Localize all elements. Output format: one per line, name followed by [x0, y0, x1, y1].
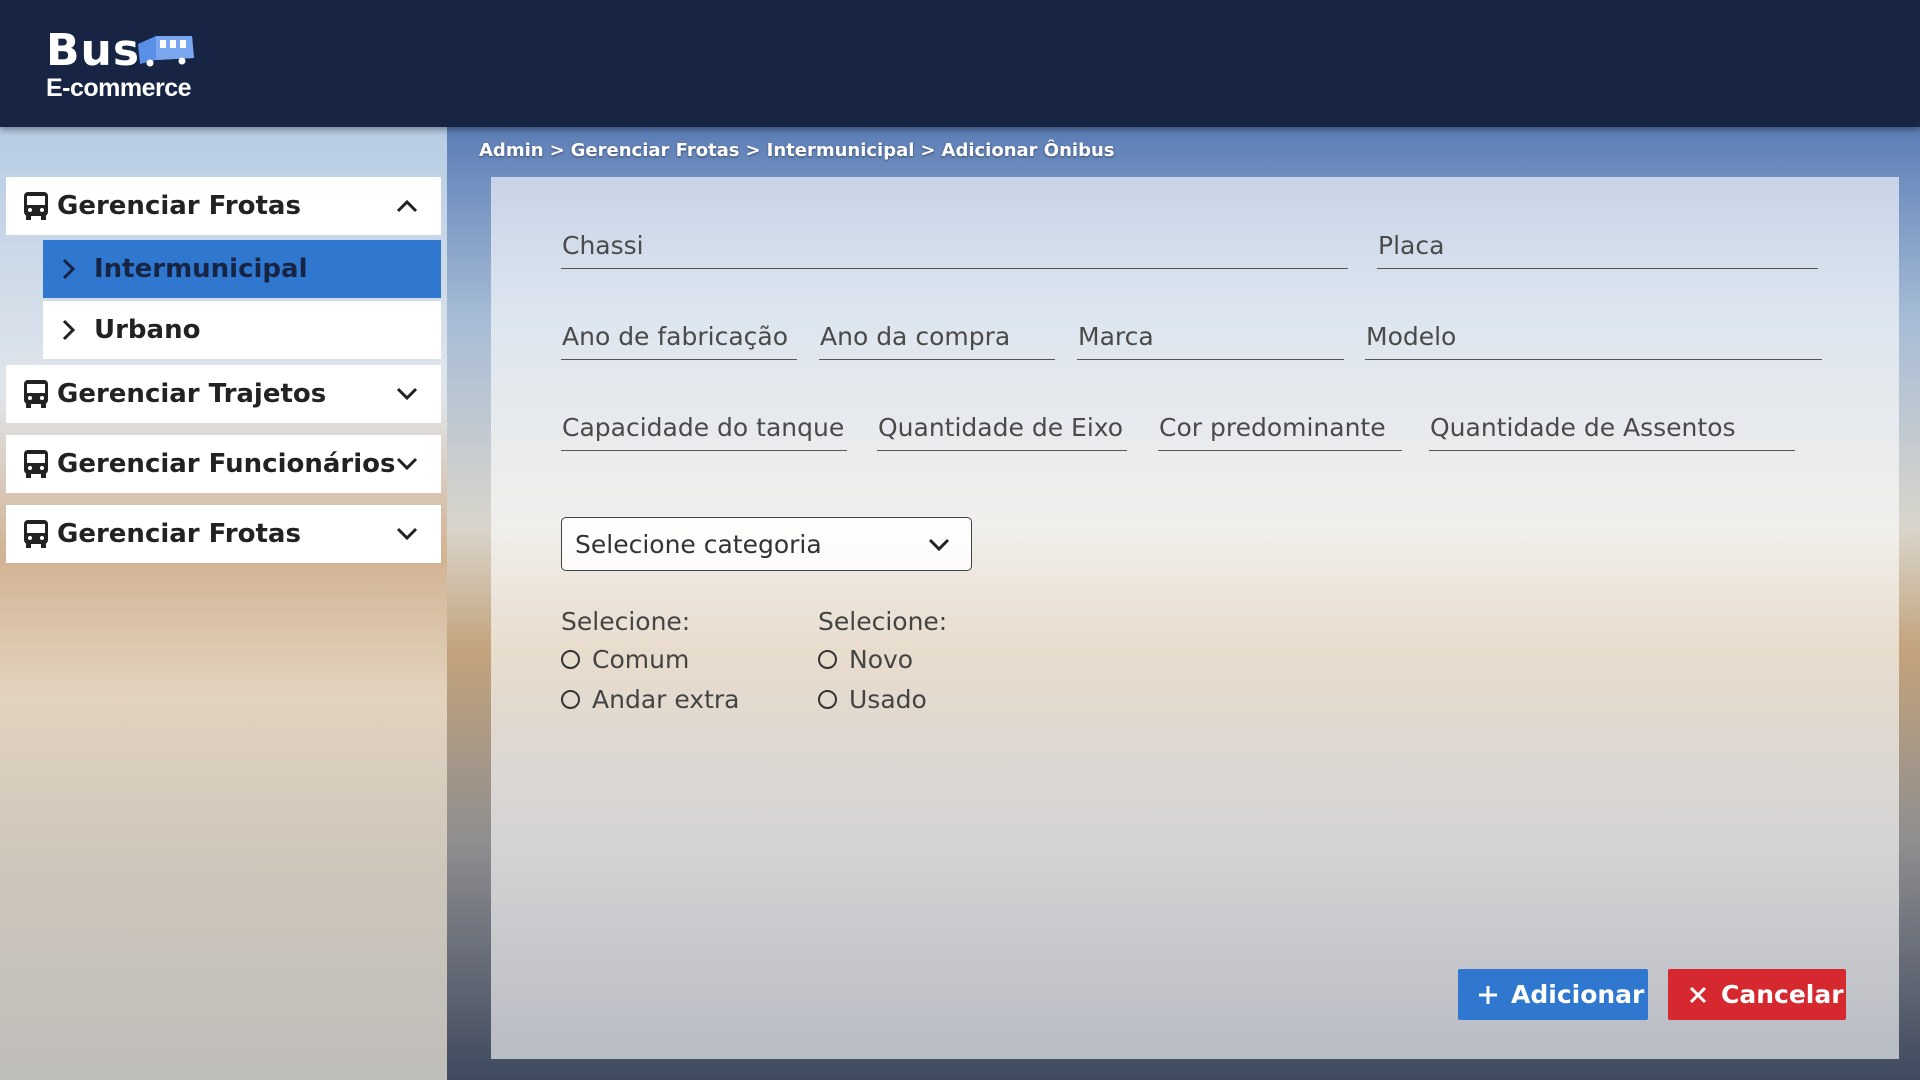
breadcrumb-item-gerenciar-frotas[interactable]: Gerenciar Frotas	[571, 140, 740, 161]
sidebar-section-gerenciar-frotas[interactable]: Gerenciar Frotas	[6, 177, 441, 235]
capacidade-tanque-field[interactable]	[561, 405, 847, 451]
radio-label: Andar extra	[592, 684, 740, 714]
modelo-field[interactable]	[1365, 314, 1822, 360]
adicionar-button-label: Adicionar	[1511, 980, 1645, 1009]
chassi-input[interactable]	[561, 223, 1348, 268]
ano-compra-input[interactable]	[819, 314, 1055, 359]
tipo-radio-group: Selecione: Comum Andar extra	[561, 605, 740, 719]
breadcrumb-item-admin[interactable]: Admin	[479, 140, 544, 161]
ano-fabricacao-input[interactable]	[561, 314, 797, 359]
placa-input[interactable]	[1377, 223, 1818, 268]
placa-field[interactable]	[1377, 223, 1818, 269]
radio-group-title: Selecione:	[818, 607, 948, 636]
sidebar-item-label: Intermunicipal	[94, 254, 308, 284]
sidebar-section-label: Gerenciar Trajetos	[57, 379, 327, 409]
radio-comum[interactable]: Comum	[561, 639, 740, 679]
chevron-up-icon	[396, 199, 418, 213]
sidebar-section-gerenciar-frotas-2[interactable]: Gerenciar Frotas	[6, 505, 441, 563]
radio-novo[interactable]: Novo	[818, 639, 947, 679]
categoria-select-value: Selecione categoria	[575, 530, 822, 559]
quantidade-eixo-field[interactable]	[877, 405, 1127, 451]
chevron-down-icon	[396, 387, 418, 401]
radio-circle-icon[interactable]	[561, 689, 580, 709]
ano-compra-field[interactable]	[819, 314, 1055, 360]
marca-field[interactable]	[1077, 314, 1344, 360]
adicionar-button[interactable]: Adicionar	[1458, 969, 1648, 1020]
cor-predominante-input[interactable]	[1158, 405, 1402, 450]
breadcrumb-separator: >	[549, 140, 565, 161]
sidebar-item-urbano[interactable]: Urbano	[43, 301, 441, 359]
radio-circle-icon[interactable]	[818, 689, 837, 709]
condicao-radio-group: Selecione: Novo Usado	[818, 605, 947, 719]
chevron-right-icon	[62, 319, 76, 341]
sidebar-item-intermunicipal[interactable]: Intermunicipal	[43, 240, 441, 298]
cor-predominante-field[interactable]	[1158, 405, 1402, 451]
bus-icon	[24, 380, 48, 408]
logo-subtitle: E-commerce	[46, 74, 192, 102]
app-logo[interactable]: Bus E-commerce	[46, 26, 206, 106]
radio-usado[interactable]: Usado	[818, 679, 947, 719]
sidebar-section-label: Gerenciar Frotas	[57, 191, 301, 221]
radio-label: Usado	[849, 684, 927, 714]
bus-icon	[24, 450, 48, 478]
radio-circle-icon[interactable]	[561, 649, 580, 669]
quantidade-assentos-input[interactable]	[1429, 405, 1795, 450]
radio-circle-icon[interactable]	[818, 649, 837, 669]
bus-icon	[24, 520, 48, 548]
breadcrumb-item-intermunicipal[interactable]: Intermunicipal	[767, 140, 915, 161]
sidebar-section-label: Gerenciar Frotas	[57, 519, 301, 549]
logo-bus-icon	[138, 36, 194, 67]
plus-icon	[1479, 985, 1497, 1004]
capacidade-tanque-input[interactable]	[561, 405, 847, 450]
form-panel: Selecione categoria Selecione: Comum And…	[491, 177, 1899, 1059]
radio-group-title: Selecione:	[561, 607, 691, 636]
breadcrumb-separator: >	[920, 140, 936, 161]
sidebar-item-label: Urbano	[94, 315, 201, 345]
sidebar-section-label: Gerenciar Funcionários	[57, 449, 396, 479]
top-bar: Bus E-commerce	[0, 0, 1920, 127]
categoria-select[interactable]: Selecione categoria	[561, 517, 972, 571]
chevron-right-icon	[62, 258, 76, 280]
logo-word: Bus	[46, 25, 141, 76]
ano-fabricacao-field[interactable]	[561, 314, 797, 360]
sidebar: Gerenciar Frotas Intermunicipal Urbano G…	[0, 127, 447, 1080]
quantidade-eixo-input[interactable]	[877, 405, 1127, 450]
close-icon	[1689, 986, 1707, 1003]
sidebar-section-gerenciar-trajetos[interactable]: Gerenciar Trajetos	[6, 365, 441, 423]
breadcrumb: Admin > Gerenciar Frotas > Intermunicipal > Ad…	[479, 140, 1115, 161]
bus-icon	[24, 192, 48, 220]
sidebar-section-gerenciar-funcionarios[interactable]: Gerenciar Funcionários	[6, 435, 441, 493]
quantidade-assentos-field[interactable]	[1429, 405, 1795, 451]
marca-input[interactable]	[1077, 314, 1344, 359]
chassi-field[interactable]	[561, 223, 1348, 269]
radio-label: Comum	[592, 644, 690, 674]
chevron-down-icon	[928, 538, 950, 552]
chevron-down-icon	[396, 527, 418, 541]
breadcrumb-separator: >	[745, 140, 761, 161]
chevron-down-icon	[396, 457, 418, 471]
radio-andar-extra[interactable]: Andar extra	[561, 679, 740, 719]
cancelar-button[interactable]: Cancelar	[1668, 969, 1846, 1020]
modelo-input[interactable]	[1365, 314, 1822, 359]
breadcrumb-item-current: Adicionar Ônibus	[941, 140, 1115, 161]
cancelar-button-label: Cancelar	[1721, 980, 1844, 1009]
radio-label: Novo	[849, 644, 914, 674]
